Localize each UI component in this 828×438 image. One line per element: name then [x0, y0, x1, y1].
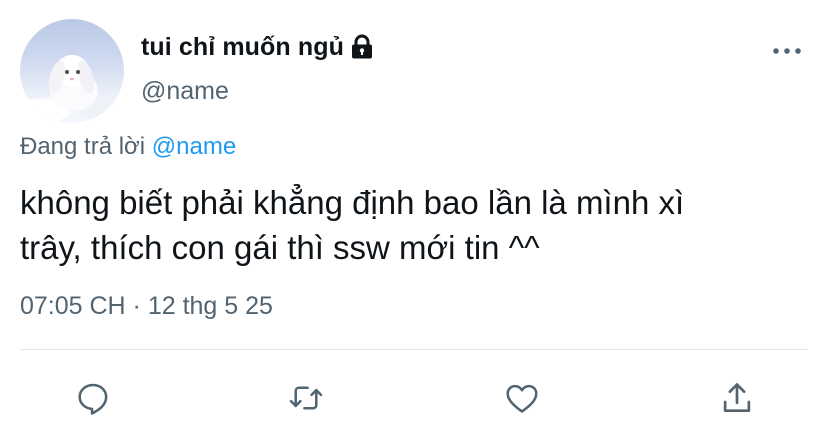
tweet-text: không biết phải khẳng định bao lần là mì…: [20, 180, 810, 270]
reply-context: Đang trả lời @name: [20, 133, 236, 161]
tweet-timestamp[interactable]: 07:05 CH · 12 thg 5 25: [20, 292, 273, 321]
reply-context-prefix: Đang trả lời: [20, 133, 146, 160]
tweet-text-line: không biết phải khẳng định bao lần là mì…: [20, 184, 685, 221]
share-button[interactable]: [716, 377, 758, 419]
like-button[interactable]: [501, 377, 543, 419]
more-horizontal-icon[interactable]: [772, 44, 802, 58]
heart-icon: [506, 384, 538, 413]
retweet-button[interactable]: [285, 377, 327, 419]
tweet-text-line: trây, thích con gái thì ssw mới tin ^^: [20, 229, 540, 266]
reply-icon: [78, 383, 108, 415]
divider: [20, 349, 808, 350]
lock-icon: [350, 34, 374, 60]
retweet-icon: [289, 386, 323, 410]
avatar[interactable]: [20, 19, 124, 123]
author-handle[interactable]: @name: [141, 77, 229, 106]
share-icon: [723, 383, 751, 413]
reply-mention-link[interactable]: @name: [152, 133, 236, 160]
bunny-avatar-image: [20, 55, 124, 123]
author-display-name[interactable]: tui chỉ muốn ngủ: [141, 33, 344, 62]
reply-button[interactable]: [72, 377, 114, 419]
author-name-row: tui chỉ muốn ngủ: [141, 30, 374, 64]
